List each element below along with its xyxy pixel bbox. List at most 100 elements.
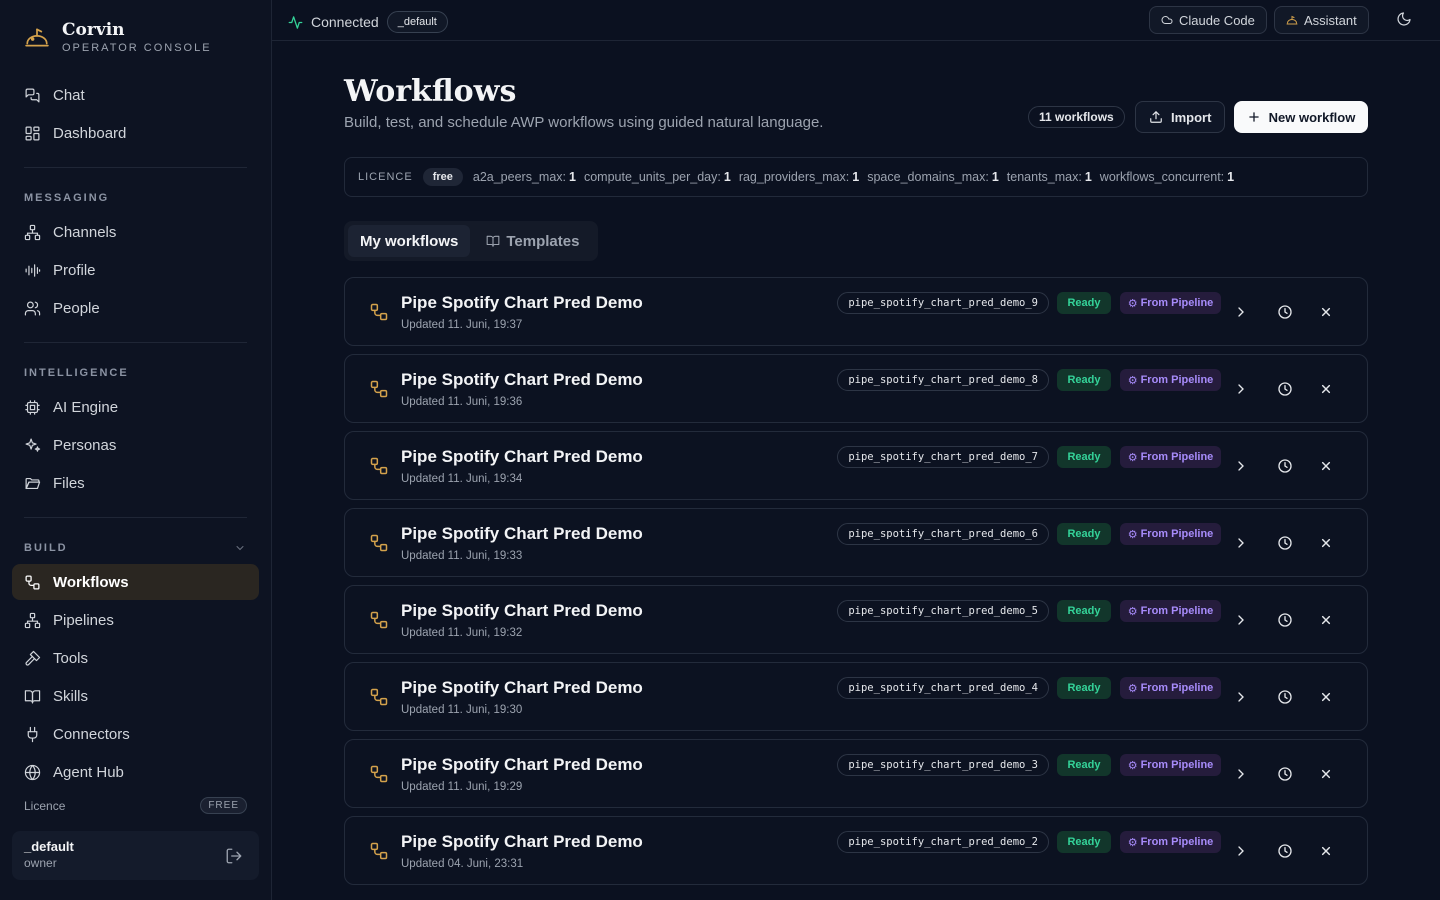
source-badge: ⚙ From Pipeline: [1120, 369, 1221, 391]
sidebar-item-label: Dashboard: [53, 124, 127, 142]
workflow-icon: [370, 303, 388, 321]
sidebar-item-personas[interactable]: Personas: [12, 427, 259, 463]
close-icon: [1321, 538, 1331, 548]
open-workflow-button[interactable]: [1231, 302, 1251, 322]
clock-icon: [1278, 767, 1292, 781]
logo-icon: [25, 28, 49, 47]
workflow-updated: Updated 11. Juni, 19:32: [401, 627, 523, 639]
delete-button[interactable]: [1316, 302, 1336, 322]
source-badge: ⚙ From Pipeline: [1120, 523, 1221, 545]
logout-icon[interactable]: [225, 847, 243, 865]
sidebar-item-pipelines[interactable]: Pipelines: [12, 602, 259, 638]
schedule-button[interactable]: [1275, 379, 1295, 399]
workflow-card[interactable]: Pipe Spotify Chart Pred Demo Updated 11.…: [344, 277, 1368, 346]
delete-button[interactable]: [1316, 610, 1336, 630]
chat-icon: [25, 88, 40, 102]
source-badge: ⚙ From Pipeline: [1120, 754, 1221, 776]
brand[interactable]: Corvin OPERATOR CONSOLE: [24, 20, 212, 55]
sidebar-item-ai-engine[interactable]: AI Engine: [12, 389, 259, 425]
open-workflow-button[interactable]: [1231, 379, 1251, 399]
workflow-updated: Updated 11. Juni, 19:37: [401, 319, 523, 331]
workflow-icon: [370, 842, 388, 860]
workflow-icon: [370, 611, 388, 629]
schedule-button[interactable]: [1275, 302, 1295, 322]
schedule-button[interactable]: [1275, 764, 1295, 784]
workflow-title: Pipe Spotify Chart Pred Demo: [401, 447, 643, 466]
tab-templates[interactable]: Templates: [474, 225, 591, 257]
sidebar-item-workflows[interactable]: Workflows: [12, 564, 259, 600]
sidebar-item-files[interactable]: Files: [12, 465, 259, 501]
workflow-card[interactable]: Pipe Spotify Chart Pred Demo Updated 11.…: [344, 508, 1368, 577]
sidebar-item-chat[interactable]: Chat: [12, 77, 259, 113]
workflow-card[interactable]: Pipe Spotify Chart Pred Demo Updated 11.…: [344, 739, 1368, 808]
sidebar-item-profile[interactable]: Profile: [12, 252, 259, 288]
schedule-button[interactable]: [1275, 687, 1295, 707]
source-label: From Pipeline: [1140, 759, 1214, 771]
user-card[interactable]: _default owner: [12, 831, 259, 880]
workflow-card[interactable]: Pipe Spotify Chart Pred Demo Updated 04.…: [344, 816, 1368, 885]
source-badge: ⚙ From Pipeline: [1120, 292, 1221, 314]
sidebar-item-dashboard[interactable]: Dashboard: [12, 115, 259, 151]
tab-my-workflows[interactable]: My workflows: [348, 225, 471, 257]
claude-code-button[interactable]: Claude Code: [1149, 6, 1267, 34]
gear-icon: ⚙: [1127, 682, 1138, 695]
assistant-button[interactable]: Assistant: [1274, 6, 1369, 34]
sidebar-item-tools[interactable]: Tools: [12, 640, 259, 676]
open-workflow-button[interactable]: [1231, 610, 1251, 630]
section-label-intelligence: INTELLIGENCE: [24, 367, 129, 379]
sidebar-item-label: Workflows: [53, 573, 129, 591]
globe-icon: [24, 764, 41, 780]
import-button[interactable]: Import: [1135, 101, 1226, 133]
delete-button[interactable]: [1316, 841, 1336, 861]
source-badge: ⚙ From Pipeline: [1120, 446, 1221, 468]
clock-icon: [1278, 690, 1292, 704]
dashboard-icon: [25, 126, 40, 140]
tab-label: Templates: [506, 232, 580, 250]
sidebar-item-people[interactable]: People: [12, 290, 259, 326]
delete-button[interactable]: [1316, 456, 1336, 476]
cpu-icon: [25, 399, 40, 415]
schedule-button[interactable]: [1275, 610, 1295, 630]
workflow-title: Pipe Spotify Chart Pred Demo: [401, 524, 643, 543]
import-label: Import: [1171, 109, 1212, 125]
open-workflow-button[interactable]: [1231, 687, 1251, 707]
moon-icon[interactable]: [1396, 11, 1412, 27]
sidebar-item-label: Channels: [53, 223, 117, 241]
new-workflow-button[interactable]: New workflow: [1234, 101, 1368, 133]
schedule-button[interactable]: [1275, 456, 1295, 476]
workflow-card[interactable]: Pipe Spotify Chart Pred Demo Updated 11.…: [344, 354, 1368, 423]
user-name: _default: [24, 839, 74, 854]
open-workflow-button[interactable]: [1231, 456, 1251, 476]
source-badge: ⚙ From Pipeline: [1120, 600, 1221, 622]
sidebar-item-skills[interactable]: Skills: [12, 678, 259, 714]
delete-button[interactable]: [1316, 764, 1336, 784]
workflow-updated: Updated 11. Juni, 19:36: [401, 396, 523, 408]
schedule-button[interactable]: [1275, 841, 1295, 861]
delete-button[interactable]: [1316, 533, 1336, 553]
upload-icon: [1150, 111, 1162, 123]
workflow-card[interactable]: Pipe Spotify Chart Pred Demo Updated 11.…: [344, 662, 1368, 731]
section-label-build: BUILD: [24, 542, 68, 554]
folder-icon: [25, 477, 41, 489]
delete-button[interactable]: [1316, 687, 1336, 707]
workflow-card[interactable]: Pipe Spotify Chart Pred Demo Updated 11.…: [344, 585, 1368, 654]
workflow-icon: [370, 457, 388, 475]
open-workflow-button[interactable]: [1231, 841, 1251, 861]
gear-icon: ⚙: [1127, 528, 1138, 541]
open-workflow-button[interactable]: [1231, 533, 1251, 553]
delete-button[interactable]: [1316, 379, 1336, 399]
chevron-down-icon[interactable]: [234, 542, 246, 554]
sidebar-item-connectors[interactable]: Connectors: [12, 716, 259, 752]
sidebar-item-label: Files: [53, 474, 85, 492]
licence-tier-badge: free: [422, 168, 463, 186]
tenant-pill[interactable]: _default: [386, 11, 448, 33]
status-badge: Ready: [1057, 292, 1111, 314]
gear-icon: ⚙: [1127, 297, 1138, 310]
workflow-card[interactable]: Pipe Spotify Chart Pred Demo Updated 11.…: [344, 431, 1368, 500]
sidebar-item-agent-hub[interactable]: Agent Hub: [12, 754, 259, 790]
sidebar-item-channels[interactable]: Channels: [12, 214, 259, 250]
book-open-icon: [487, 235, 500, 247]
chevron-right-icon: [1238, 538, 1244, 548]
open-workflow-button[interactable]: [1231, 764, 1251, 784]
schedule-button[interactable]: [1275, 533, 1295, 553]
